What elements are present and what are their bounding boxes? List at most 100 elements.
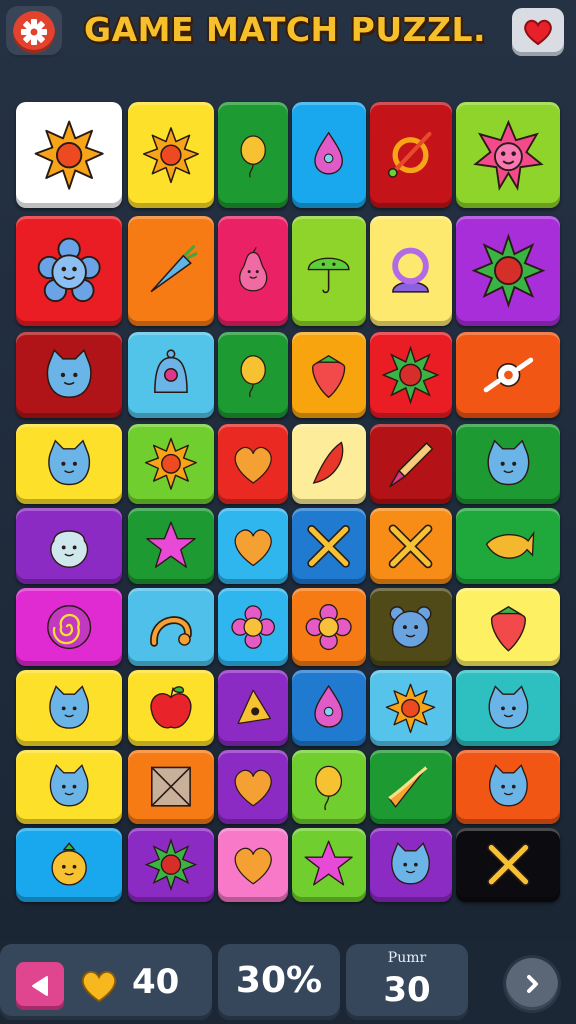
moves-panel: Pumr 30	[346, 944, 468, 1020]
tile-wand[interactable]	[370, 102, 452, 208]
tile-cat-face[interactable]	[370, 828, 452, 902]
tile-spiky-ball[interactable]	[128, 828, 214, 902]
tile-fruit-face[interactable]	[16, 828, 122, 902]
brush-icon	[389, 442, 434, 488]
cat-face-icon	[49, 684, 89, 729]
tile-cat-face[interactable]	[456, 424, 560, 504]
tile-star[interactable]	[292, 828, 366, 902]
bell-icon	[154, 349, 188, 394]
tile-drop[interactable]	[292, 670, 366, 746]
tile-apple[interactable]	[128, 670, 214, 746]
tile-flower[interactable]	[218, 588, 288, 666]
heart-icon	[234, 446, 272, 484]
progress-percent: 30%	[235, 960, 323, 1001]
tile-arc[interactable]	[128, 588, 214, 666]
tile-ring[interactable]	[370, 216, 452, 326]
tile-heart[interactable]	[218, 508, 288, 584]
cross-icon	[389, 524, 433, 568]
heart-icon	[234, 528, 272, 566]
tile-fish[interactable]	[456, 508, 560, 584]
tile-sun[interactable]	[370, 670, 452, 746]
balloon-icon	[315, 766, 343, 811]
pear-face-icon	[238, 247, 268, 292]
mushroom-icon	[308, 258, 350, 294]
tile-carrot[interactable]	[128, 216, 214, 326]
tile-strawberry[interactable]	[456, 588, 560, 666]
wand-icon	[388, 131, 432, 178]
apple-icon	[150, 685, 192, 729]
sun-icon	[142, 126, 200, 184]
back-button[interactable]	[16, 962, 64, 1010]
heart-icon	[234, 769, 272, 807]
tile-brush[interactable]	[370, 424, 452, 504]
cat-face-icon	[488, 684, 528, 729]
drop-icon	[314, 684, 344, 728]
tile-box[interactable]	[128, 750, 214, 824]
cat-face-icon	[49, 764, 89, 807]
tile-balloon[interactable]	[218, 332, 288, 418]
tile-cat-face[interactable]	[16, 332, 122, 418]
cat-face-icon	[488, 764, 528, 807]
tile-candy[interactable]	[456, 332, 560, 418]
spiky-face-icon	[472, 119, 544, 191]
bear-face-icon	[390, 606, 432, 648]
tile-cat-face[interactable]	[456, 750, 560, 824]
tile-flower[interactable]	[292, 588, 366, 666]
cat-face-icon	[46, 348, 92, 399]
tile-balloon[interactable]	[292, 750, 366, 824]
tile-spiky-ball[interactable]	[456, 216, 560, 326]
progress-panel: 30%	[218, 944, 340, 1020]
tile-spiral[interactable]	[16, 588, 122, 666]
tile-spiky-face[interactable]	[456, 102, 560, 208]
tile-blob-face[interactable]	[16, 508, 122, 584]
tile-flower-face[interactable]	[16, 216, 122, 326]
tile-drop[interactable]	[292, 102, 366, 208]
tile-bear-face[interactable]	[370, 588, 452, 666]
tile-leaf[interactable]	[292, 424, 366, 504]
candy-icon	[483, 357, 533, 393]
tile-pizza[interactable]	[370, 750, 452, 824]
chevron-right-icon	[527, 975, 538, 993]
tile-bell[interactable]	[128, 332, 214, 418]
tile-cat-face[interactable]	[16, 670, 122, 746]
leaf-icon	[312, 441, 344, 485]
tile-cross[interactable]	[370, 508, 452, 584]
cat-face-icon	[48, 439, 90, 486]
tile-star[interactable]	[128, 508, 214, 584]
tile-cross[interactable]	[456, 828, 560, 902]
spiky-ball-icon	[381, 345, 441, 405]
cross-icon	[486, 843, 530, 887]
tile-mushroom[interactable]	[292, 216, 366, 326]
pizza-icon	[388, 766, 428, 808]
balloon-icon	[240, 135, 266, 178]
tile-spiky-ball[interactable]	[370, 332, 452, 418]
spiky-ball-icon	[471, 233, 545, 309]
tile-sun[interactable]	[128, 424, 214, 504]
tile-balloon[interactable]	[218, 102, 288, 208]
box-icon	[151, 767, 191, 807]
tile-pear-face[interactable]	[218, 216, 288, 326]
tile-cat-face[interactable]	[456, 670, 560, 746]
tile-cross[interactable]	[292, 508, 366, 584]
tile-cheese[interactable]	[218, 670, 288, 746]
tile-sun[interactable]	[16, 102, 122, 208]
moves-count: 30	[383, 970, 431, 1010]
moves-label: Pumr	[387, 950, 427, 966]
tile-cat-face[interactable]	[16, 750, 122, 824]
tile-heart[interactable]	[218, 424, 288, 504]
carrot-icon	[150, 245, 198, 293]
heart-icon	[81, 970, 117, 1003]
tile-cat-face[interactable]	[16, 424, 122, 504]
flower-icon	[231, 605, 275, 649]
tile-heart[interactable]	[218, 750, 288, 824]
lives-count: 40	[132, 962, 180, 1002]
next-button[interactable]	[506, 958, 558, 1010]
strawberry-icon	[312, 355, 346, 399]
cat-face-icon	[391, 842, 431, 885]
tile-strawberry[interactable]	[292, 332, 366, 418]
cat-face-icon	[487, 439, 529, 486]
tile-heart[interactable]	[218, 828, 288, 902]
flower-face-icon	[37, 237, 101, 303]
triangle-left-icon	[32, 976, 48, 996]
tile-sun[interactable]	[128, 102, 214, 208]
